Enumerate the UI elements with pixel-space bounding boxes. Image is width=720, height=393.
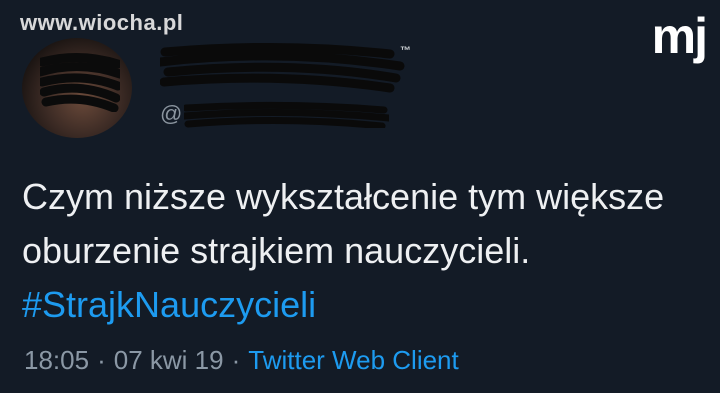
brand-logo: mj	[651, 8, 708, 64]
meta-separator: ·	[231, 345, 241, 375]
tweet-meta: 18:05 · 07 kwi 19 · Twitter Web Client	[24, 345, 459, 376]
author-handle[interactable]: @	[160, 100, 390, 128]
tweet-text: Czym niższe wykształcenie tym większe ob…	[22, 170, 702, 332]
handle-prefix: @	[160, 101, 183, 126]
redaction-scribble-icon	[184, 101, 390, 128]
tweet-main-text: Czym niższe wykształcenie tym większe ob…	[22, 176, 665, 271]
redaction-scribble-icon	[155, 42, 405, 93]
redaction-scribble-icon	[40, 52, 120, 112]
hashtag-link[interactable]: #StrajkNauczycieli	[22, 284, 316, 325]
avatar[interactable]	[22, 38, 132, 138]
tweet-time[interactable]: 18:05	[24, 345, 89, 376]
author-name-redacted[interactable]	[155, 38, 420, 98]
tweet-date[interactable]: 07 kwi 19	[114, 345, 224, 376]
tweet-client-link[interactable]: Twitter Web Client	[248, 345, 458, 376]
trademark-symbol: ™	[400, 45, 411, 57]
meta-separator: ·	[97, 345, 106, 375]
site-watermark: www.wiocha.pl	[20, 10, 184, 35]
